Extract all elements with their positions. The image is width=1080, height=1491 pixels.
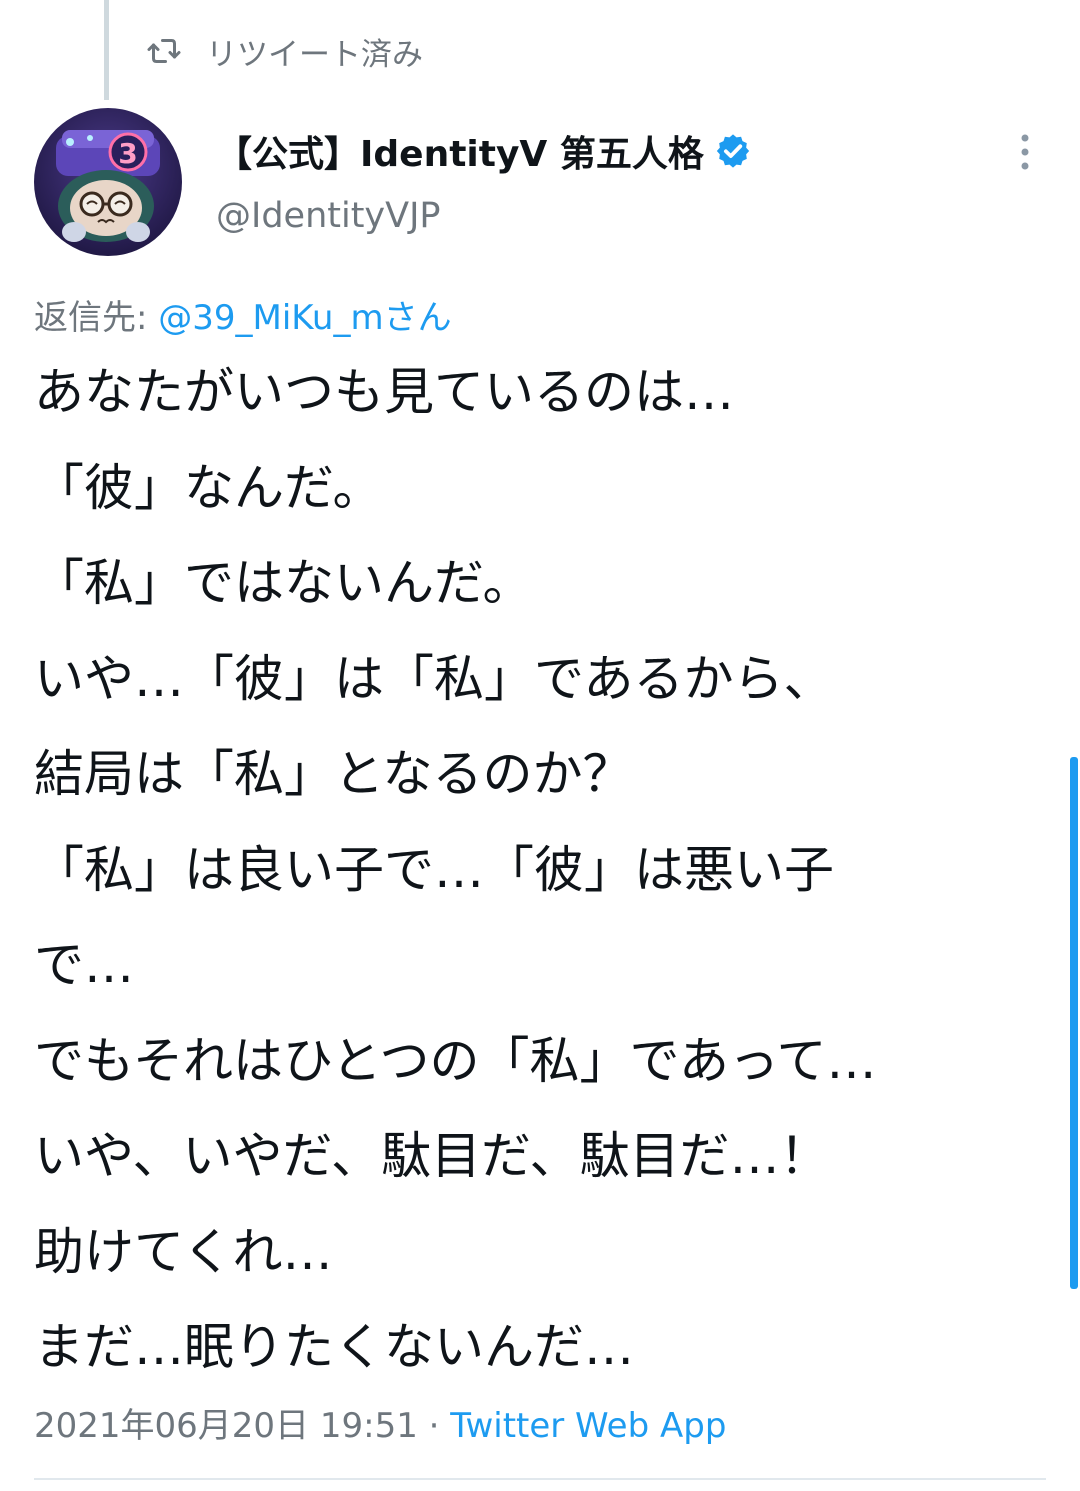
reply-mention-link[interactable]: @39_MiKu_mさん — [158, 298, 451, 338]
author-avatar[interactable]: 3 — [34, 108, 182, 256]
tweet-line: で… — [34, 936, 134, 994]
author-handle[interactable]: @IdentityVJP — [216, 196, 441, 236]
verified-badge-icon — [716, 134, 749, 168]
scrollbar-thumb[interactable] — [1070, 757, 1078, 1289]
tweet-line: あなたがいつも見ているのは… — [34, 363, 734, 421]
tweet-text: あなたがいつも見ているのは… 「彼」なんだ。 「私」ではないんだ。 いや…「彼」… — [34, 345, 1054, 1396]
tweet-source-link[interactable]: Twitter Web App — [450, 1406, 726, 1446]
reply-to-prefix: 返信先: — [34, 298, 159, 338]
tweet-line: 結局は「私」となるのか？ — [34, 745, 633, 803]
more-options-button[interactable] — [1010, 130, 1040, 174]
tweet-line: まだ…眠りたくないんだ… — [34, 1318, 634, 1376]
more-vertical-icon — [1021, 134, 1029, 170]
author-display-name[interactable]: 【公式】IdentityV 第五人格 — [216, 125, 704, 177]
tweet-line: でもそれはひとつの「私」であって… — [34, 1031, 877, 1090]
avatar-image: 3 — [34, 108, 182, 256]
tweet-meta: 2021年06月20日 19:51 · Twitter Web App — [34, 1398, 726, 1447]
divider — [34, 1478, 1046, 1480]
author-name-row[interactable]: 【公式】IdentityV 第五人格 — [216, 126, 752, 176]
retweet-indicator: リツイート済み — [146, 28, 423, 74]
tweet-line: 「私」ではないんだ。 — [34, 554, 533, 612]
meta-separator: · — [417, 1406, 451, 1446]
tweet-timestamp[interactable]: 2021年06月20日 19:51 — [34, 1406, 418, 1446]
tweet-line: 「私」は良い子で…「彼」は悪い子 — [34, 840, 834, 899]
tweet-line: 助けてくれ… — [34, 1222, 333, 1281]
tweet-line: いや、いやだ、駄目だ、駄目だ…！ — [34, 1127, 830, 1185]
retweet-label: リツイート済み — [206, 36, 423, 73]
tweet-line: いや…「彼」は「私」であるから、 — [34, 649, 834, 708]
avatar-badge-number: 3 — [118, 137, 137, 170]
thread-connector-line — [104, 0, 109, 100]
reply-to-line: 返信先: @39_MiKu_mさん — [34, 290, 452, 339]
retweet-icon — [147, 39, 181, 63]
tweet-detail-page: リツイート済み 3 【公式】IdentityV 第五人格 @IdentityVJ… — [0, 0, 1080, 1491]
tweet-line: 「彼」なんだ。 — [34, 458, 383, 517]
